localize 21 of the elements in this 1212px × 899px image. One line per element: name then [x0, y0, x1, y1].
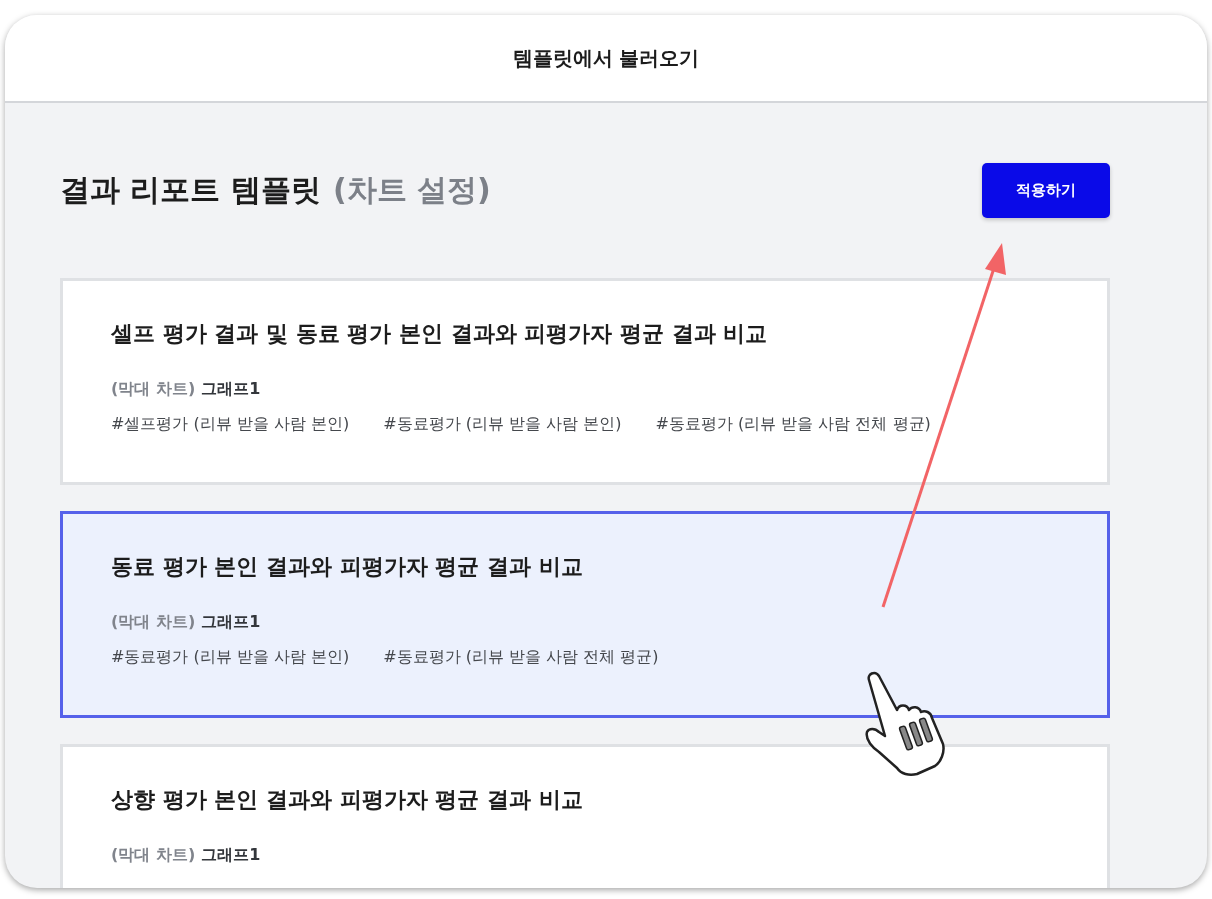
- chart-type: (막대 차트): [111, 379, 196, 400]
- chart-type: (막대 차트): [111, 845, 196, 866]
- tag-label: #동료평가 (리뷰 받을 사람 전체 평균): [655, 414, 931, 435]
- tag-label: #셀프평가 (리뷰 받을 사람 본인): [111, 414, 350, 435]
- page-title: 결과 리포트 템플릿: [60, 171, 321, 209]
- template-title: 셀프 평가 결과 및 동료 평가 본인 결과와 피평가자 평균 결과 비교: [111, 320, 769, 348]
- template-card[interactable]: 상향 평가 본인 결과와 피평가자 평균 결과 비교 (막대 차트) 그래프1: [60, 744, 1110, 888]
- template-title: 동료 평가 본인 결과와 피평가자 평균 결과 비교: [111, 553, 584, 581]
- template-card[interactable]: 동료 평가 본인 결과와 피평가자 평균 결과 비교 (막대 차트) 그래프1 #동료평가 (리뷰 받을 사람 본인) #동료평가 (리뷰 받을 사람 전체 평균): [60, 511, 1110, 718]
- tag-label: #동료평가 (리뷰 받을 사람 전체 평균): [383, 647, 659, 668]
- tag-label: #동료평가 (리뷰 받을 사람 본인): [111, 647, 350, 668]
- chart-name: 그래프1: [201, 612, 261, 633]
- apply-button[interactable]: 적용하기: [982, 163, 1110, 218]
- template-card[interactable]: 셀프 평가 결과 및 동료 평가 본인 결과와 피평가자 평균 결과 비교 (막대 차트) 그래프1 #셀프평가 (리뷰 받을 사람 본인) #동료평가 (리뷰 받을 사람 본인) #동료평가 (리뷰 받을 사람 전체 평균): [60, 278, 1110, 485]
- dialog-title: 템플릿에서 불러오기: [512, 44, 700, 72]
- template-title: 상향 평가 본인 결과와 피평가자 평균 결과 비교: [111, 786, 584, 814]
- page-subtitle: (차트 설정): [332, 171, 491, 209]
- tag-label: #동료평가 (리뷰 받을 사람 본인): [383, 414, 622, 435]
- chart-name: 그래프1: [201, 379, 261, 400]
- chart-type: (막대 차트): [111, 612, 196, 633]
- chart-name: 그래프1: [201, 845, 261, 866]
